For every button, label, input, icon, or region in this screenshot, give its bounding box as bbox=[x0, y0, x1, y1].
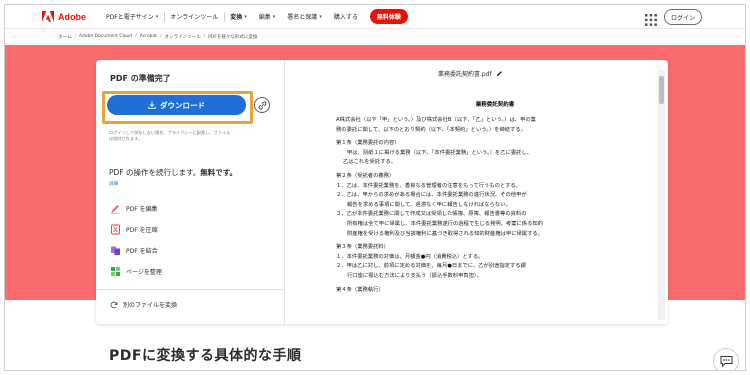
breadcrumb-item-current: PDFを様々な形式に変換 bbox=[208, 34, 258, 40]
document-line: １．乙は、本件委託業務を、善良なる管理者の注意をもって行うものとする。 bbox=[336, 182, 521, 189]
tool-compress-pdf[interactable]: PDF を圧縮 bbox=[110, 224, 158, 235]
download-button[interactable]: ダウンロード bbox=[107, 95, 246, 115]
tool-label: PDF を圧縮 bbox=[126, 227, 158, 234]
login-button[interactable]: ログイン bbox=[664, 9, 702, 25]
document-line: 第３条（業務委託料） bbox=[336, 244, 389, 251]
chat-button[interactable] bbox=[713, 348, 739, 370]
download-button-label: ダウンロード bbox=[160, 100, 205, 110]
pencil-icon[interactable] bbox=[496, 70, 503, 77]
document-line: 第４条（業務執行） bbox=[336, 286, 384, 293]
share-link-button[interactable] bbox=[254, 97, 270, 113]
breadcrumb-item-online-tools[interactable]: オンラインツール bbox=[165, 34, 201, 40]
details-link[interactable]: 詳細 bbox=[109, 181, 118, 187]
tool-edit-pdf[interactable]: PDF を編集 bbox=[110, 203, 158, 214]
adobe-logo-text: Adobe bbox=[58, 11, 86, 22]
top-navigation: Adobe PDFと電子サイン ▾ オンラインツール 変換 ▾ 編集 ▾ 署名と… bbox=[5, 5, 745, 29]
convert-another-file-button[interactable]: 別のファイルを変換 bbox=[110, 300, 177, 309]
nav-item-online-tools[interactable]: オンラインツール bbox=[164, 5, 224, 29]
actions-panel: PDF の準備完了 ダウンロード ログインして保存しない場合、プライバシーに配慮… bbox=[96, 60, 285, 324]
document-line: 報告を求める事項に関して、遅滞なく甲に報告しなければならない。 bbox=[347, 201, 511, 208]
tool-label: ページを整理 bbox=[126, 269, 162, 276]
chevron-down-icon: ▾ bbox=[244, 13, 247, 20]
nav-item-label: 編集 bbox=[258, 14, 271, 21]
nav-item-label: 署名と保護 bbox=[287, 14, 318, 21]
apps-grid-icon[interactable] bbox=[645, 11, 657, 26]
document-line: ２．甲は乙に対し、前項に定める対価を、毎月●日までに、乙が別途指定する銀 bbox=[336, 263, 526, 270]
nav-item-edit[interactable]: 編集 ▾ bbox=[253, 5, 282, 29]
chevron-down-icon: ▾ bbox=[319, 13, 322, 20]
convert-another-file-label: 別のファイルを変換 bbox=[123, 302, 178, 309]
link-icon bbox=[258, 101, 266, 109]
hero-section: PDF の準備完了 ダウンロード ログインして保存しない場合、プライバシーに配慮… bbox=[5, 45, 745, 324]
panel-divider bbox=[96, 289, 285, 290]
document-scrollbar-thumb[interactable] bbox=[659, 76, 664, 104]
edit-pdf-icon bbox=[111, 205, 120, 214]
breadcrumb-item-document-cloud[interactable]: Adobe Document Cloud bbox=[79, 34, 132, 39]
document-line: １．本件委託業務の対価は、月額金●円（消費税込）とする。 bbox=[336, 253, 484, 260]
document-line: 行口座に振込む方法により支払う（振込手数料甲負担）。 bbox=[347, 272, 482, 279]
continue-heading: PDF の操作を続行します。無料です。 bbox=[109, 167, 237, 178]
breadcrumb-separator: / bbox=[160, 34, 162, 39]
file-name-text: 業務委託契約書.pdf bbox=[438, 71, 492, 78]
tool-label: PDF を編集 bbox=[126, 206, 158, 213]
document-line: ３．乙が本件委託業務に関して作成又は受領した帳簿、原簿、報告書等の資料の bbox=[336, 211, 527, 218]
adobe-logo[interactable]: Adobe bbox=[42, 11, 86, 22]
nav-item-label: 購入する bbox=[333, 14, 358, 21]
breadcrumb-separator: / bbox=[203, 34, 206, 39]
document-line: 所有権は全て甲に帰属し、本件委託業務遂行の過程で生じる発明、考案に係る知的 bbox=[347, 220, 543, 227]
breadcrumb-item-acrobat[interactable]: Acrobat bbox=[140, 34, 157, 39]
tool-organize-pages[interactable]: ページを整理 bbox=[110, 266, 162, 277]
nav-item-buy[interactable]: 購入する bbox=[328, 5, 364, 29]
privacy-notice-line: は削除されます。 bbox=[109, 136, 143, 141]
organize-pages-icon bbox=[111, 267, 120, 276]
nav-menu: PDFと電子サイン ▾ オンラインツール 変換 ▾ 編集 ▾ 署名と保護 ▾ 購… bbox=[100, 5, 408, 29]
continue-text: PDF の操作を続行します。 bbox=[109, 168, 201, 177]
file-name[interactable]: 業務委託契約書.pdf bbox=[438, 69, 503, 78]
nav-item-label: 変換 bbox=[230, 14, 243, 21]
document-scrollbar[interactable] bbox=[658, 70, 665, 320]
nav-item-convert[interactable]: 変換 ▾ bbox=[224, 5, 253, 29]
document-body: A株式会社（以下「甲」という。）及び株式会社B（以下、「乙」という。）は、甲の業… bbox=[336, 116, 646, 295]
breadcrumb-separator: / bbox=[135, 34, 137, 39]
combine-pdf-icon bbox=[111, 246, 120, 255]
continue-free-text: 無料です。 bbox=[200, 168, 237, 177]
document-line: 財産権を受ける権利及び当該権利に基づき取得される知的財産権は甲に帰属する。 bbox=[347, 230, 543, 237]
document-line: 乙はこれを受託する。 bbox=[343, 159, 396, 166]
document-line: 第１条（業務委託の内容） bbox=[336, 140, 400, 147]
chevron-down-icon: ▾ bbox=[155, 13, 159, 20]
adobe-logo-icon bbox=[42, 11, 54, 22]
browser-viewport: Adobe PDFと電子サイン ▾ オンラインツール 変換 ▾ 編集 ▾ 署名と… bbox=[4, 4, 746, 371]
nav-item-label: オンラインツール bbox=[170, 14, 219, 21]
tool-combine-pdf[interactable]: PDF を結合 bbox=[110, 245, 158, 256]
breadcrumb-separator: / bbox=[74, 34, 76, 39]
refresh-icon bbox=[110, 301, 118, 308]
breadcrumb-item-home[interactable]: ホーム bbox=[58, 34, 71, 40]
document-title: 業務委託契約書 bbox=[475, 102, 515, 108]
conversion-result-card: PDF の準備完了 ダウンロード ログインして保存しない場合、プライバシーに配慮… bbox=[96, 60, 668, 324]
nav-item-label: PDFと電子サイン bbox=[106, 14, 154, 21]
privacy-notice: ログインして保存しない場合、プライバシーに配慮し、ファイル は削除されます。 bbox=[109, 130, 269, 142]
document-line: 務の委託に関して、以下のとおり契約（以下、「本契約」という。）を締結する。 bbox=[336, 126, 526, 133]
ready-title: PDF の準備完了 bbox=[110, 74, 171, 83]
tool-label: PDF を結合 bbox=[126, 248, 158, 255]
steps-heading: PDFに変換する具体的な手順 bbox=[109, 348, 302, 364]
nav-item-sign-protect[interactable]: 署名と保護 ▾ bbox=[281, 5, 328, 29]
document-page: 業務委託契約書 A株式会社（以下「甲」という。）及び株式会社B（以下、「乙」とい… bbox=[336, 100, 646, 295]
chat-icon bbox=[720, 356, 732, 367]
document-preview: 業務委託契約書.pdf 業務委託契約書 A株式会社（以下「甲」という。）及び株式… bbox=[286, 60, 668, 324]
breadcrumb: ホーム / Adobe Document Cloud / Acrobat / オ… bbox=[5, 30, 745, 44]
document-line: 第２条（受託者の義務） bbox=[336, 172, 395, 179]
free-trial-button[interactable]: 無料体験 bbox=[369, 9, 408, 24]
compress-pdf-icon bbox=[111, 224, 120, 235]
document-line: 甲は、別紙１に掲げる業務（以下、「本件委託業務」という。）を乙に委託し、 bbox=[347, 149, 533, 156]
document-line: ２．乙は、甲からの求めがある場合には、本件委託業務の進行状況、その他甲が bbox=[336, 192, 527, 199]
download-icon bbox=[148, 101, 156, 109]
nav-item-pdf-sign[interactable]: PDFと電子サイン ▾ bbox=[100, 5, 164, 29]
document-line: A株式会社（以下「甲」という。）及び株式会社B（以下、「乙」という。）は、甲の業 bbox=[336, 117, 536, 123]
chevron-down-icon: ▾ bbox=[272, 13, 276, 20]
